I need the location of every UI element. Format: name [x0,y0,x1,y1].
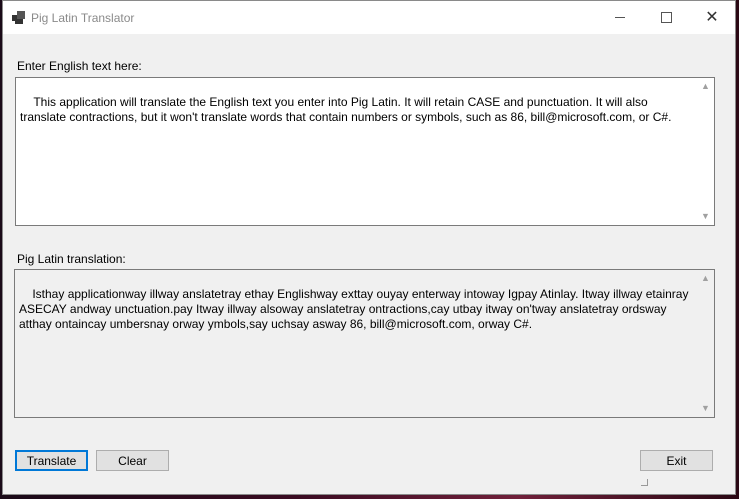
maximize-icon [660,12,672,23]
scroll-up-icon[interactable]: ▲ [697,270,714,287]
app-window: Pig Latin Translator ✕ Enter English tex… [2,0,736,495]
minimize-icon [615,17,625,18]
input-scrollbar[interactable]: ▲ ▼ [697,78,714,225]
scroll-down-icon[interactable]: ▼ [697,400,714,417]
title-bar[interactable]: Pig Latin Translator ✕ [3,1,735,34]
scroll-down-icon[interactable]: ▼ [697,208,714,225]
english-text-input[interactable]: This application will translate the Engl… [15,77,715,226]
clear-button[interactable]: Clear [96,450,169,471]
window-title: Pig Latin Translator [31,11,135,25]
translate-button[interactable]: Translate [15,450,88,471]
app-window-icon [12,11,26,25]
pig-latin-output[interactable]: Isthay applicationway illway anslatetray… [14,269,715,418]
exit-button[interactable]: Exit [640,450,713,471]
output-label: Pig Latin translation: [17,252,126,266]
resize-grip[interactable] [641,479,648,486]
output-scrollbar[interactable]: ▲ ▼ [697,270,714,417]
close-button[interactable]: ✕ [689,1,735,34]
scroll-up-icon[interactable]: ▲ [697,78,714,95]
close-icon: ✕ [705,8,719,26]
minimize-button[interactable] [597,1,643,34]
english-text-value: This application will translate the Engl… [20,95,672,124]
maximize-button[interactable] [643,1,689,34]
pig-latin-value: Isthay applicationway illway anslatetray… [19,287,692,331]
input-label: Enter English text here: [17,59,142,73]
